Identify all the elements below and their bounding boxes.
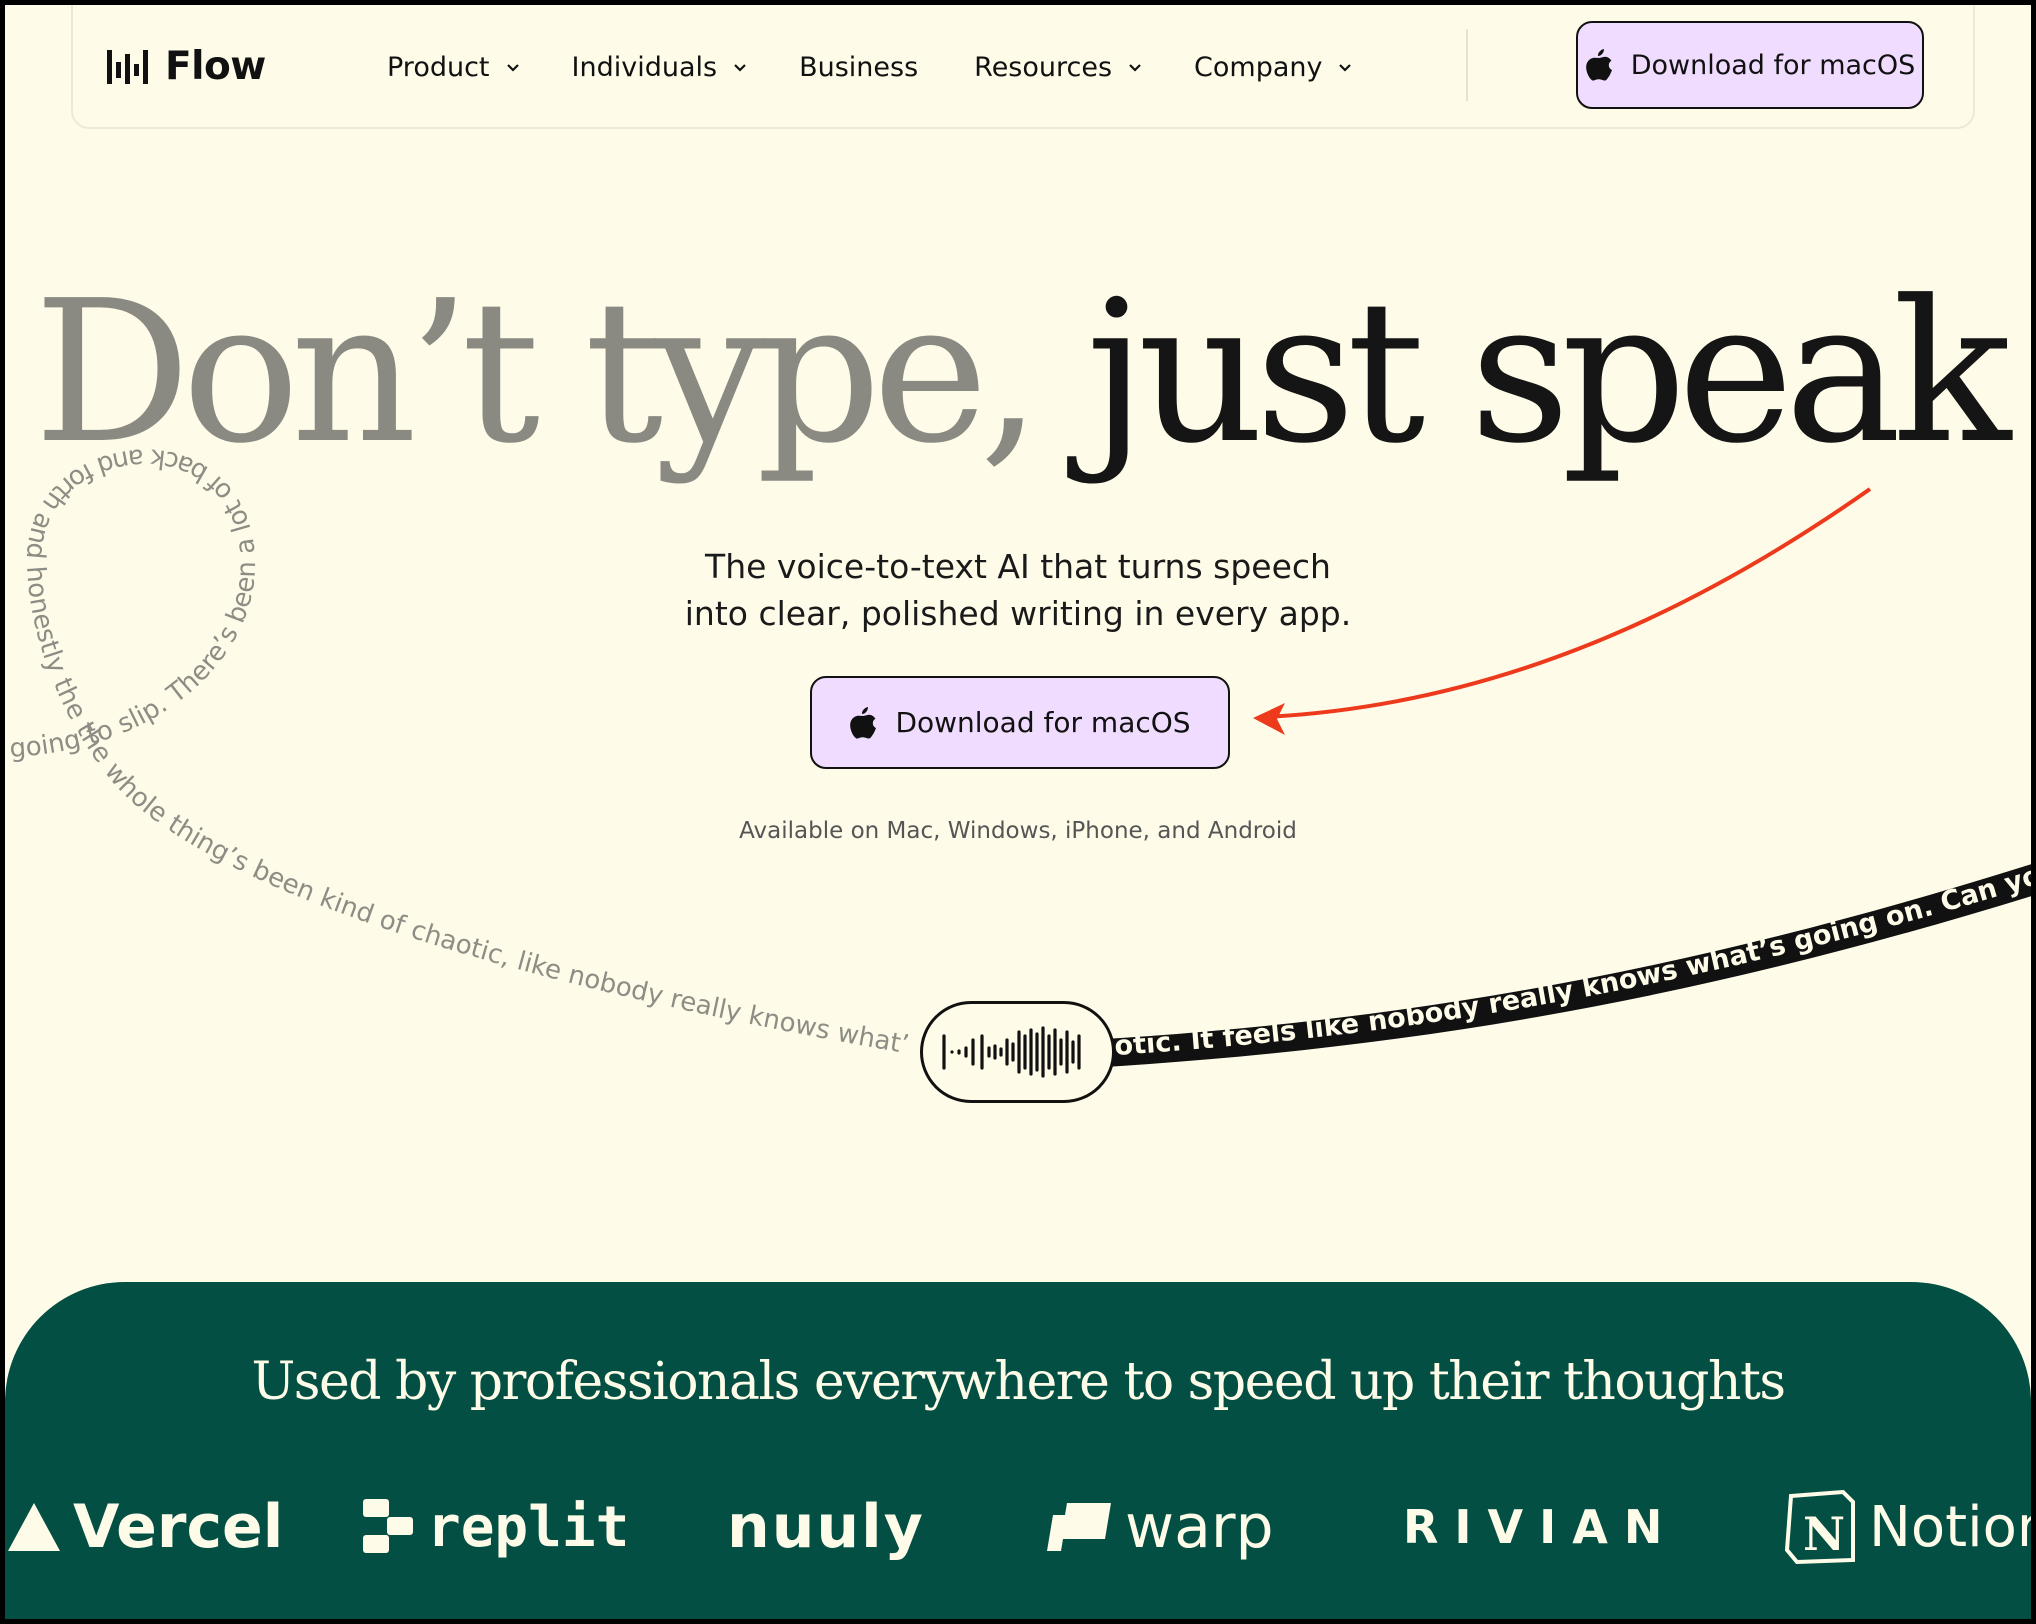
nav-item-company[interactable]: Company: [1194, 45, 1354, 89]
logo-notion: N Notion: [1783, 1482, 2031, 1572]
replit-icon: [363, 1499, 413, 1553]
polished-ribbon-band: [1105, 864, 2031, 1067]
page: going to slip. There’s been a lot of bac…: [5, 5, 2031, 1619]
nav-item-individuals[interactable]: Individuals: [572, 45, 750, 89]
waveform-icon: [941, 1026, 1081, 1078]
vercel-triangle-icon: [8, 1503, 60, 1551]
nav-item-product[interactable]: Product: [387, 45, 522, 89]
notion-icon: N: [1784, 1490, 1855, 1564]
main-menu: Product Individuals Business Resources C…: [387, 45, 1354, 89]
logo-nuuly: nuuly: [727, 1492, 925, 1562]
chevron-down-icon: [1129, 64, 1141, 72]
voice-waveform-pill: [920, 1001, 1115, 1103]
waveform-logo-icon: [107, 50, 148, 84]
logo-warp: warp: [1045, 1482, 1274, 1572]
top-navbar: Flow Product Individuals Business Resour…: [71, 5, 1975, 129]
hero-title-part2: just speak: [1086, 259, 2011, 487]
hero-title: Don’t type, just speak: [5, 275, 2031, 471]
social-proof-section: Used by professionals everywhere to spee…: [5, 1282, 2031, 1619]
nav-divider: [1466, 29, 1468, 101]
spoken-text-ribbon: going to slip. There’s been a lot of bac…: [5, 5, 911, 1060]
apple-icon: [1585, 49, 1613, 81]
polished-text-ribbon: otic. It feels like nobody really knows …: [5, 5, 2031, 1062]
nav-item-resources[interactable]: Resources: [974, 45, 1144, 89]
warp-icon: [1047, 1503, 1111, 1551]
platform-availability: Available on Mac, Windows, iPhone, and A…: [739, 818, 1297, 844]
chevron-down-icon: [734, 64, 746, 72]
svg-text:N: N: [1803, 1507, 1845, 1561]
apple-icon: [849, 706, 877, 739]
arrow-head: [1253, 703, 1285, 735]
chevron-down-icon: [506, 64, 519, 72]
nav-download-button[interactable]: Download for macOS: [1576, 21, 1924, 109]
customer-logos: Vercel replit nuuly warp RIVIAN N Notio: [5, 1482, 2031, 1572]
brand-logo[interactable]: Flow: [107, 41, 266, 91]
logo-rivian: RIVIAN: [1403, 1500, 1679, 1554]
hero-title-part1: Don’t type,: [33, 259, 1042, 487]
brand-name: Flow: [165, 43, 266, 89]
nav-item-business[interactable]: Business: [799, 45, 918, 89]
hero-subtitle: The voice-to-text AI that turns speech i…: [684, 547, 1352, 633]
logo-replit: replit: [361, 1482, 629, 1572]
social-proof-title: Used by professionals everywhere to spee…: [251, 1352, 1786, 1412]
logo-vercel: Vercel: [7, 1482, 283, 1572]
hero-download-button[interactable]: Download for macOS: [810, 676, 1230, 769]
chevron-down-icon: [1339, 64, 1352, 72]
